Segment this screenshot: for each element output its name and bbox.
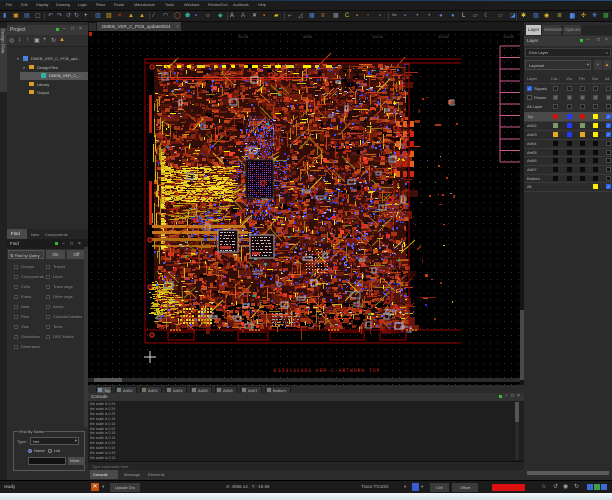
svg-text:E153131363 VER C ARTWORK TOP: E153131363 VER C ARTWORK TOP	[274, 368, 380, 374]
svg-text:2V_R: 2V_R	[392, 96, 401, 100]
svg-text:2XAV: 2XAV	[397, 143, 406, 147]
